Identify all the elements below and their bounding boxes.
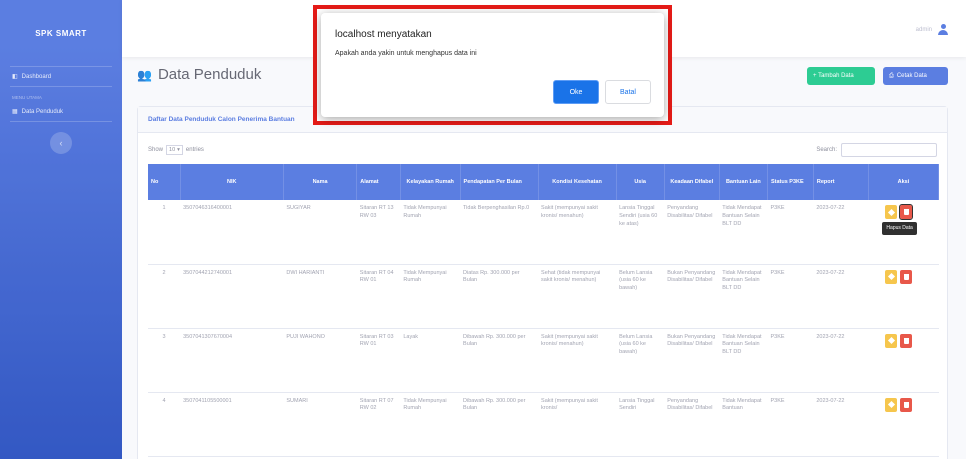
dialog-message: Apakah anda yakin untuk menghapus data i… [335,50,477,57]
confirm-dialog: localhost menyatakan Apakah anda yakin u… [321,13,664,117]
ok-button[interactable]: Oke [553,80,599,104]
confirm-dialog-highlight: localhost menyatakan Apakah anda yakin u… [313,5,672,125]
cancel-button[interactable]: Batal [605,80,651,104]
dialog-title: localhost menyatakan [335,29,432,40]
